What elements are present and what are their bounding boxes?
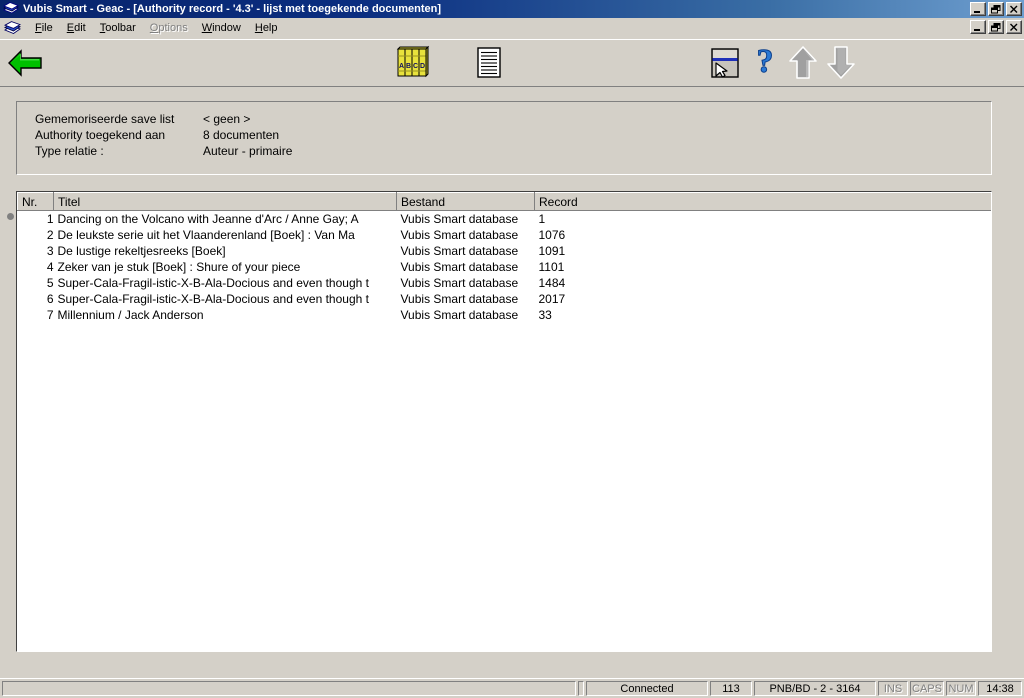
table-row[interactable]: 6 Super-Cala-Fragil-istic-X-B-Ala-Dociou…: [17, 290, 991, 307]
status-count: 113: [710, 681, 752, 696]
status-bar: Connected 113 PNB/BD - 2 - 3164 INS CAPS…: [0, 678, 1024, 698]
close-button[interactable]: [1006, 2, 1022, 16]
info-value-typerelatie: Auteur - primaire: [203, 144, 293, 158]
cell-record: 1076: [534, 226, 991, 243]
info-value-savelist: < geen >: [203, 112, 251, 126]
status-connection: Connected: [586, 681, 708, 696]
menu-item-file[interactable]: FFileile: [28, 20, 60, 36]
row-marker-dot: [7, 213, 14, 220]
cell-titel: De leukste serie uit het Vlaanderenland …: [53, 226, 397, 243]
menu-item-edit[interactable]: Edit: [60, 20, 93, 36]
table-row[interactable]: 4 Zeker van je stuk [Boek] : Shure of yo…: [17, 258, 991, 275]
cell-titel: Super-Cala-Fragil-istic-X-B-Ala-Docious …: [53, 274, 397, 291]
status-session: PNB/BD - 2 - 3164: [754, 681, 876, 696]
cell-record: 33: [534, 306, 991, 323]
restore-button[interactable]: [988, 2, 1004, 16]
svg-text:C: C: [413, 63, 418, 70]
client-area: Gememoriseerde save list < geen > Author…: [0, 87, 1024, 678]
status-clock: 14:38: [978, 681, 1022, 696]
cell-bestand: Vubis Smart database: [396, 306, 535, 323]
window-controls: [970, 2, 1022, 16]
cell-titel: Dancing on the Volcano with Jeanne d'Arc…: [53, 210, 397, 227]
toolbar: A B C D ?: [0, 39, 1024, 88]
info-label-toegekend: Authority toegekend aan: [35, 128, 166, 142]
table-row[interactable]: 2 De leukste serie uit het Vlaanderenlan…: [17, 226, 991, 243]
cell-record: 2017: [534, 290, 991, 307]
documents-table: Nr. Titel Bestand Record 1 Dancing on th…: [17, 192, 991, 323]
cell-record: 1: [534, 210, 991, 227]
mdi-minimize-button[interactable]: [970, 20, 986, 34]
mdi-restore-button[interactable]: [988, 20, 1004, 34]
info-label-typerelatie: Type relatie :: [35, 144, 104, 158]
cell-bestand: Vubis Smart database: [396, 226, 535, 243]
application-window: Vubis Smart - Geac - [Authority record -…: [0, 0, 1024, 698]
help-question-icon[interactable]: ?: [750, 43, 780, 85]
cell-bestand: Vubis Smart database: [396, 274, 535, 291]
title-bar: Vubis Smart - Geac - [Authority record -…: [0, 0, 1024, 18]
cell-record: 1484: [534, 274, 991, 291]
cell-titel: Millennium / Jack Anderson: [53, 306, 397, 323]
cell-record: 1101: [534, 258, 991, 275]
cell-titel: De lustige rekeltjesreeks [Boek]: [53, 242, 397, 259]
column-header-nr[interactable]: Nr.: [17, 192, 54, 211]
cell-nr: 5: [17, 274, 54, 291]
cell-record: 1091: [534, 242, 991, 259]
table-row[interactable]: 5 Super-Cala-Fragil-istic-X-B-Ala-Dociou…: [17, 274, 991, 291]
info-panel: Gememoriseerde save list < geen > Author…: [16, 101, 992, 175]
cell-nr: 1: [17, 210, 54, 227]
cell-nr: 4: [17, 258, 54, 275]
menu-bar: FFileile Edit Toolbar Options Window Hel…: [0, 18, 1024, 39]
select-window-icon[interactable]: [708, 45, 742, 84]
mdi-close-button[interactable]: [1006, 20, 1022, 34]
cell-nr: 6: [17, 290, 54, 307]
cell-nr: 3: [17, 242, 54, 259]
status-num-indicator: NUM: [946, 681, 976, 696]
status-grip: [578, 681, 584, 696]
menu-item-toolbar[interactable]: Toolbar: [93, 20, 143, 36]
svg-text:D: D: [420, 63, 425, 70]
cell-bestand: Vubis Smart database: [396, 290, 535, 307]
table-row[interactable]: 1 Dancing on the Volcano with Jeanne d'A…: [17, 210, 991, 227]
svg-text:B: B: [406, 63, 411, 70]
column-header-titel[interactable]: Titel: [53, 192, 397, 211]
vubis-books-icon: [3, 2, 19, 16]
cell-nr: 7: [17, 306, 54, 323]
documents-list[interactable]: Nr. Titel Bestand Record 1 Dancing on th…: [16, 191, 992, 652]
cell-titel: Super-Cala-Fragil-istic-X-B-Ala-Docious …: [53, 290, 397, 307]
table-row[interactable]: 3 De lustige rekeltjesreeks [Boek] Vubis…: [17, 242, 991, 259]
table-header-row: Nr. Titel Bestand Record: [17, 192, 991, 211]
cell-titel: Zeker van je stuk [Boek] : Shure of your…: [53, 258, 397, 275]
status-message: [2, 681, 576, 696]
column-header-bestand[interactable]: Bestand: [396, 192, 535, 211]
svg-text:?: ?: [757, 44, 774, 80]
menu-item-window[interactable]: Window: [195, 20, 248, 36]
minimize-button[interactable]: [970, 2, 986, 16]
vubis-books-icon: [3, 20, 22, 36]
column-header-record[interactable]: Record: [534, 192, 991, 211]
menu-item-help[interactable]: Help: [248, 20, 285, 36]
back-arrow-icon[interactable]: [6, 47, 44, 82]
table-body: 1 Dancing on the Volcano with Jeanne d'A…: [17, 210, 991, 323]
books-abcd-icon[interactable]: A B C D: [395, 45, 431, 84]
info-label-savelist: Gememoriseerde save list: [35, 112, 175, 126]
status-caps-indicator: CAPS: [910, 681, 944, 696]
arrow-down-icon[interactable]: [824, 44, 858, 85]
cell-bestand: Vubis Smart database: [396, 210, 535, 227]
mdi-window-controls: [970, 20, 1022, 34]
cell-nr: 2: [17, 226, 54, 243]
cell-bestand: Vubis Smart database: [396, 242, 535, 259]
document-lines-icon[interactable]: [474, 45, 504, 84]
status-ins-indicator: INS: [878, 681, 908, 696]
svg-text:A: A: [399, 63, 404, 70]
info-value-toegekend: 8 documenten: [203, 128, 280, 142]
cell-bestand: Vubis Smart database: [396, 258, 535, 275]
table-row[interactable]: 7 Millennium / Jack Anderson Vubis Smart…: [17, 306, 991, 323]
arrow-up-icon[interactable]: [786, 44, 820, 85]
menu-item-options: Options: [149, 22, 188, 34]
window-title: Vubis Smart - Geac - [Authority record -…: [23, 3, 442, 15]
